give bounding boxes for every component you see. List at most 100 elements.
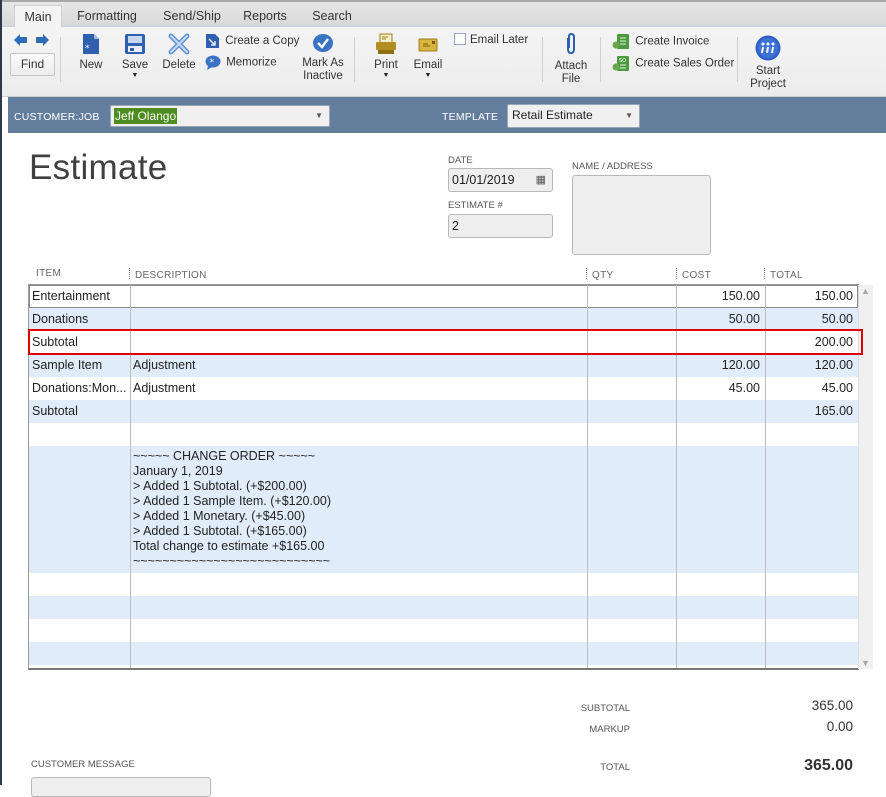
cell-description[interactable] — [133, 400, 583, 423]
table-row[interactable]: Sample Item Adjustment 120.00 120.00 — [29, 354, 858, 377]
total-value: 365.00 — [804, 757, 853, 774]
cell-cost[interactable]: 120.00 — [679, 354, 760, 377]
cell-total[interactable] — [768, 423, 853, 446]
tab-send-ship[interactable]: Send/Ship — [152, 5, 232, 29]
memo-line: Total change to estimate +$165.00 — [133, 539, 325, 553]
attach-file-button[interactable]: Attach File — [553, 32, 589, 86]
project-people-icon — [755, 35, 781, 61]
email-envelope-icon — [418, 38, 438, 52]
cell-item[interactable]: Subtotal — [32, 400, 127, 423]
memo-line: > Added 1 Sample Item. (+$120.00) — [133, 494, 332, 508]
calendar-icon[interactable]: ▦ — [536, 169, 546, 191]
change-order-memo: ~~~~~ CHANGE ORDER ~~~~~ January 1, 2019 >… — [133, 449, 331, 569]
cell-cost[interactable]: 45.00 — [679, 377, 760, 400]
cell-description[interactable]: Adjustment — [133, 354, 583, 377]
table-row[interactable]: Entertainment 150.00 150.00 — [29, 285, 858, 308]
create-copy-button[interactable]: Create a Copy — [205, 33, 299, 49]
create-invoice-button[interactable]: Create Invoice — [612, 33, 709, 50]
customer-job-dropdown[interactable]: Jeff Olango ▼ — [110, 105, 330, 127]
save-dropdown-caret[interactable]: ▼ — [120, 72, 150, 80]
cell-total[interactable]: 45.00 — [768, 377, 853, 400]
forward-arrow-icon[interactable] — [36, 34, 49, 49]
date-label: DATE — [448, 155, 473, 166]
cell-total[interactable]: 50.00 — [768, 308, 853, 331]
cell-item[interactable]: Entertainment — [32, 285, 127, 308]
cell-description[interactable] — [133, 285, 583, 308]
cell-qty[interactable] — [590, 377, 672, 400]
cell-qty[interactable] — [590, 308, 672, 331]
separator — [60, 37, 61, 82]
column-header-cost[interactable]: COST — [676, 268, 711, 281]
cell-total[interactable]: 150.00 — [768, 285, 853, 308]
cell-item[interactable] — [32, 423, 127, 446]
cell-qty[interactable] — [590, 285, 672, 308]
cell-cost[interactable] — [679, 423, 760, 446]
table-row-empty[interactable] — [29, 596, 858, 619]
tab-search[interactable]: Search — [304, 5, 360, 29]
table-row-empty[interactable] — [29, 642, 858, 665]
table-row-empty[interactable] — [29, 573, 858, 596]
cell-total[interactable]: 120.00 — [768, 354, 853, 377]
scroll-up-arrow-icon[interactable]: ▲ — [861, 286, 870, 296]
tab-reports[interactable]: Reports — [238, 5, 292, 29]
separator — [737, 37, 738, 82]
estimate-number-label: ESTIMATE # — [448, 200, 503, 211]
column-header-total[interactable]: TOTAL — [764, 268, 803, 281]
delete-button[interactable]: Delete — [162, 33, 196, 72]
email-button[interactable]: Email ▼ — [412, 33, 444, 80]
new-button[interactable]: * New — [78, 33, 104, 72]
cell-total[interactable]: 165.00 — [768, 400, 853, 423]
name-address-field[interactable] — [572, 175, 711, 255]
date-field[interactable]: 01/01/2019 ▦ — [448, 168, 553, 192]
svg-text:*: * — [210, 58, 215, 68]
memo-line: > Added 1 Subtotal. (+$165.00) — [133, 524, 307, 538]
start-project-button[interactable]: Start Project — [748, 35, 788, 91]
tab-formatting[interactable]: Formatting — [70, 5, 144, 29]
template-label: TEMPLATE — [442, 111, 499, 123]
cell-item[interactable]: Donations:Mon... — [32, 377, 127, 400]
table-row[interactable]: Subtotal 165.00 — [29, 400, 858, 423]
cell-qty[interactable] — [590, 400, 672, 423]
estimate-window: Main Formatting Send/Ship Reports Search… — [0, 0, 886, 797]
table-row[interactable]: Donations 50.00 50.00 — [29, 308, 858, 331]
find-button[interactable]: Find — [10, 53, 55, 76]
cell-qty[interactable] — [590, 423, 672, 446]
markup-value: 0.00 — [826, 719, 853, 734]
cell-cost[interactable]: 150.00 — [679, 285, 760, 308]
customer-message-dropdown[interactable] — [31, 777, 211, 797]
cell-cost[interactable]: 50.00 — [679, 308, 760, 331]
print-dropdown-caret[interactable]: ▼ — [372, 72, 400, 80]
svg-text:SO: SO — [619, 58, 626, 64]
cell-qty[interactable] — [590, 354, 672, 377]
page-title: Estimate — [29, 148, 168, 187]
column-header-item[interactable]: ITEM — [36, 268, 61, 279]
checkbox-box[interactable] — [454, 33, 466, 45]
save-button[interactable]: Save ▼ — [120, 33, 150, 80]
cell-cost[interactable] — [679, 400, 760, 423]
cell-item[interactable]: Donations — [32, 308, 127, 331]
tab-main[interactable]: Main — [14, 5, 62, 29]
scroll-down-arrow-icon[interactable]: ▼ — [861, 658, 870, 668]
column-header-qty[interactable]: QTY — [586, 268, 613, 281]
table-row-empty[interactable] — [29, 619, 858, 642]
table-row[interactable] — [29, 423, 858, 446]
cell-description[interactable] — [133, 423, 583, 446]
email-dropdown-caret[interactable]: ▼ — [412, 72, 444, 80]
cell-description[interactable]: Adjustment — [133, 377, 583, 400]
paperclip-icon — [567, 32, 575, 55]
print-button[interactable]: Print ▼ — [372, 33, 400, 80]
table-row-memo[interactable]: ~~~~~ CHANGE ORDER ~~~~~ January 1, 2019 >… — [29, 446, 858, 573]
mark-inactive-button[interactable]: Mark As Inactive — [300, 33, 346, 83]
email-later-checkbox[interactable]: Email Later — [454, 33, 528, 47]
memorize-button[interactable]: * Memorize — [205, 55, 277, 70]
cell-item[interactable]: Sample Item — [32, 354, 127, 377]
cell-description[interactable] — [133, 308, 583, 331]
estimate-number-field[interactable]: 2 — [448, 214, 553, 238]
chevron-down-icon: ▼ — [625, 111, 633, 120]
memo-line: > Added 1 Subtotal. (+$200.00) — [133, 479, 307, 493]
create-sales-order-button[interactable]: SO Create Sales Order — [612, 55, 734, 72]
template-dropdown[interactable]: Retail Estimate ▼ — [507, 104, 640, 128]
column-header-description[interactable]: DESCRIPTION — [129, 268, 207, 281]
table-row[interactable]: Donations:Mon... Adjustment 45.00 45.00 — [29, 377, 858, 400]
back-arrow-icon[interactable] — [14, 34, 27, 49]
